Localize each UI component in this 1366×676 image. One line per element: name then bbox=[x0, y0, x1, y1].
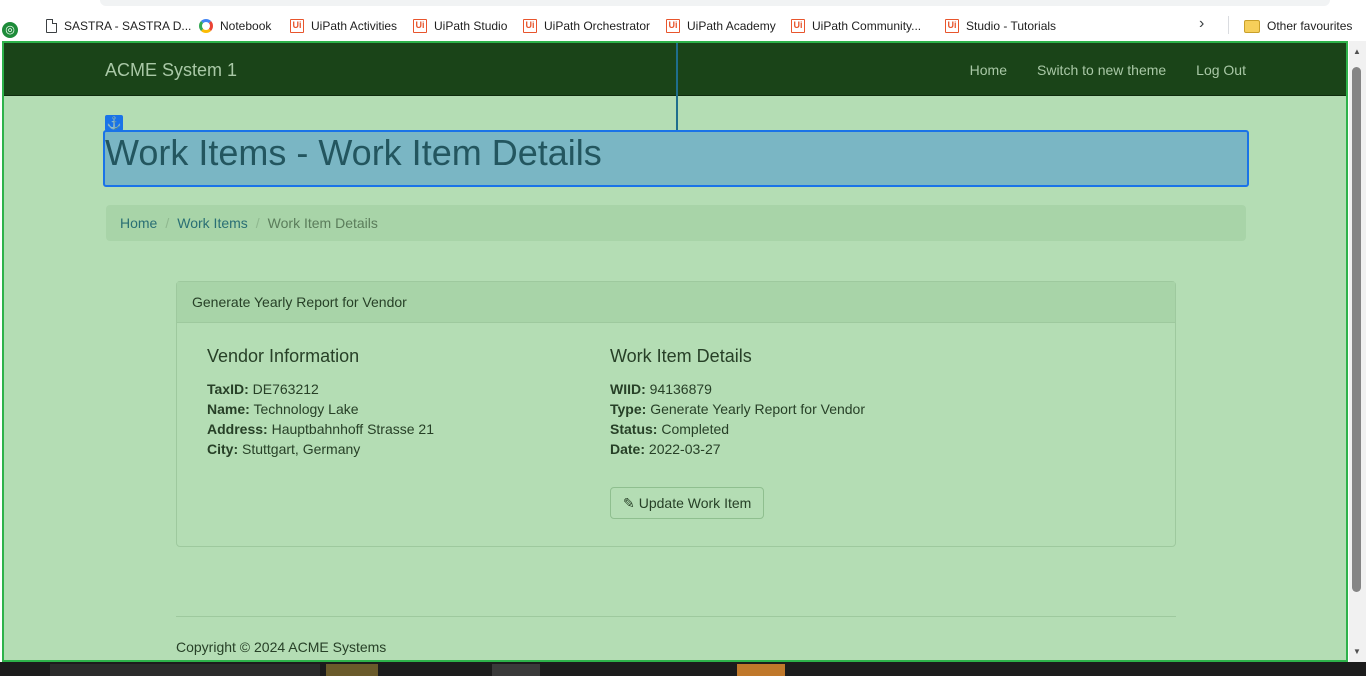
breadcrumb-separator: / bbox=[255, 215, 260, 231]
bookmark-label: UiPath Activities bbox=[311, 19, 398, 33]
anchor-icon[interactable]: ⚓ bbox=[105, 115, 123, 131]
bookmark-studio-tutorials[interactable]: Ui Studio - Tutorials bbox=[945, 17, 1056, 35]
chevron-right-icon[interactable]: › bbox=[1199, 15, 1204, 33]
bookmark-uipath-orchestrator[interactable]: Ui UiPath Orchestrator bbox=[523, 17, 650, 35]
field-label: WIID: bbox=[610, 381, 646, 397]
bookmarks-bar: ◎ SASTRA - SASTRA D... Notebook Ui UiPat… bbox=[0, 0, 1366, 42]
footer-divider bbox=[176, 616, 1176, 617]
footer-copyright: Copyright © 2024 ACME Systems bbox=[176, 639, 387, 655]
bookmark-notebook[interactable]: Notebook bbox=[199, 17, 271, 35]
other-favourites-label: Other favourites bbox=[1267, 19, 1353, 33]
vendor-name: Name: Technology Lake bbox=[207, 399, 434, 419]
breadcrumb-home[interactable]: Home bbox=[120, 215, 157, 231]
vendor-info-column: Vendor Information TaxID: DE763212 Name:… bbox=[207, 346, 434, 459]
vendor-address: Address: Hauptbahnhoff Strasse 21 bbox=[207, 419, 434, 439]
notebook-icon bbox=[199, 19, 213, 33]
field-label: TaxID: bbox=[207, 381, 249, 397]
breadcrumb-separator: / bbox=[165, 215, 170, 231]
bookmark-label: UiPath Academy bbox=[687, 19, 776, 33]
detail-type: Type: Generate Yearly Report for Vendor bbox=[610, 399, 865, 419]
page-title: Work Items - Work Item Details bbox=[105, 132, 602, 173]
other-favourites[interactable]: Other favourites bbox=[1244, 17, 1352, 35]
detail-date: Date: 2022-03-27 bbox=[610, 439, 865, 459]
field-label: Status: bbox=[610, 421, 658, 437]
taskbar-search[interactable] bbox=[50, 664, 320, 676]
vendor-taxid: TaxID: DE763212 bbox=[207, 379, 434, 399]
document-icon bbox=[46, 19, 57, 33]
uipath-icon: Ui bbox=[791, 19, 805, 33]
bookmark-label: Notebook bbox=[220, 19, 272, 33]
field-value: 2022-03-27 bbox=[648, 441, 721, 457]
field-label: Date: bbox=[610, 441, 646, 457]
uipath-icon: Ui bbox=[945, 19, 959, 33]
field-value: Generate Yearly Report for Vendor bbox=[650, 401, 866, 417]
vertical-scrollbar[interactable]: ▲ ▼ bbox=[1349, 41, 1366, 662]
field-value: Technology Lake bbox=[253, 401, 359, 417]
selection-guide-line bbox=[676, 43, 678, 131]
taskbar-app[interactable] bbox=[737, 664, 785, 676]
field-value: Completed bbox=[661, 421, 730, 437]
bookmark-uipath-academy[interactable]: Ui UiPath Academy bbox=[666, 17, 776, 35]
detail-status: Status: Completed bbox=[610, 419, 865, 439]
bookmark-uipath-community[interactable]: Ui UiPath Community... bbox=[791, 17, 921, 35]
update-work-item-button[interactable]: ✎ Update Work Item bbox=[610, 487, 765, 519]
scroll-thumb[interactable] bbox=[1352, 67, 1361, 592]
work-item-panel: Generate Yearly Report for Vendor Vendor… bbox=[176, 281, 1176, 547]
nav-links: Home Switch to new theme Log Out bbox=[970, 62, 1246, 78]
nav-log-out[interactable]: Log Out bbox=[1196, 62, 1246, 78]
uipath-icon: Ui bbox=[666, 19, 680, 33]
work-item-details-column: Work Item Details WIID: 94136879 Type: G… bbox=[610, 346, 865, 459]
field-value: Hauptbahnhoff Strasse 21 bbox=[271, 421, 434, 437]
detail-wiid: WIID: 94136879 bbox=[610, 379, 865, 399]
app-viewport: ACME System 1 Home Switch to new theme L… bbox=[2, 41, 1348, 662]
breadcrumb-work-items[interactable]: Work Items bbox=[177, 215, 248, 231]
field-label: Name: bbox=[207, 401, 250, 417]
bookmark-label: UiPath Studio bbox=[434, 19, 508, 33]
field-label: Type: bbox=[610, 401, 647, 417]
vendor-city: City: Stuttgart, Germany bbox=[207, 439, 434, 459]
nav-home[interactable]: Home bbox=[970, 62, 1007, 78]
field-value: 94136879 bbox=[649, 381, 712, 397]
taskbar bbox=[0, 662, 1366, 676]
bookmark-uipath-activities[interactable]: Ui UiPath Activities bbox=[290, 17, 397, 35]
taskbar-app[interactable] bbox=[492, 664, 540, 676]
bookmark-label: SASTRA - SASTRA D... bbox=[64, 19, 192, 33]
divider bbox=[1228, 16, 1229, 34]
nav-switch-theme[interactable]: Switch to new theme bbox=[1037, 62, 1166, 78]
bookmark-uipath-studio[interactable]: Ui UiPath Studio bbox=[413, 17, 507, 35]
bookmark-label: UiPath Orchestrator bbox=[544, 19, 651, 33]
tab-strip bbox=[100, 0, 1330, 6]
field-label: Address: bbox=[207, 421, 268, 437]
navbar: ACME System 1 Home Switch to new theme L… bbox=[4, 43, 1346, 96]
bookmark-label: UiPath Community... bbox=[812, 19, 922, 33]
scroll-down-arrow-icon[interactable]: ▼ bbox=[1353, 647, 1361, 656]
vendor-info-title: Vendor Information bbox=[207, 346, 360, 366]
folder-icon bbox=[1244, 19, 1260, 33]
breadcrumb: Home / Work Items / Work Item Details bbox=[106, 205, 1246, 241]
uipath-icon: Ui bbox=[290, 19, 304, 33]
taskbar-app[interactable] bbox=[326, 664, 378, 676]
breadcrumb-current: Work Item Details bbox=[267, 215, 378, 231]
field-value: Stuttgart, Germany bbox=[242, 441, 361, 457]
field-value: DE763212 bbox=[252, 381, 319, 397]
panel-heading: Generate Yearly Report for Vendor bbox=[177, 282, 1175, 323]
scroll-up-arrow-icon[interactable]: ▲ bbox=[1353, 47, 1361, 56]
uipath-icon: Ui bbox=[413, 19, 427, 33]
bookmark-label: Studio - Tutorials bbox=[966, 19, 1057, 33]
brand[interactable]: ACME System 1 bbox=[105, 60, 237, 81]
work-item-details-title: Work Item Details bbox=[610, 346, 752, 366]
update-button-label: Update Work Item bbox=[638, 495, 752, 511]
extension-icon[interactable]: ◎ bbox=[2, 22, 18, 38]
field-label: City: bbox=[207, 441, 239, 457]
pencil-icon: ✎ bbox=[623, 494, 635, 511]
bookmark-sastra[interactable]: SASTRA - SASTRA D... bbox=[46, 17, 191, 35]
uipath-icon: Ui bbox=[523, 19, 537, 33]
